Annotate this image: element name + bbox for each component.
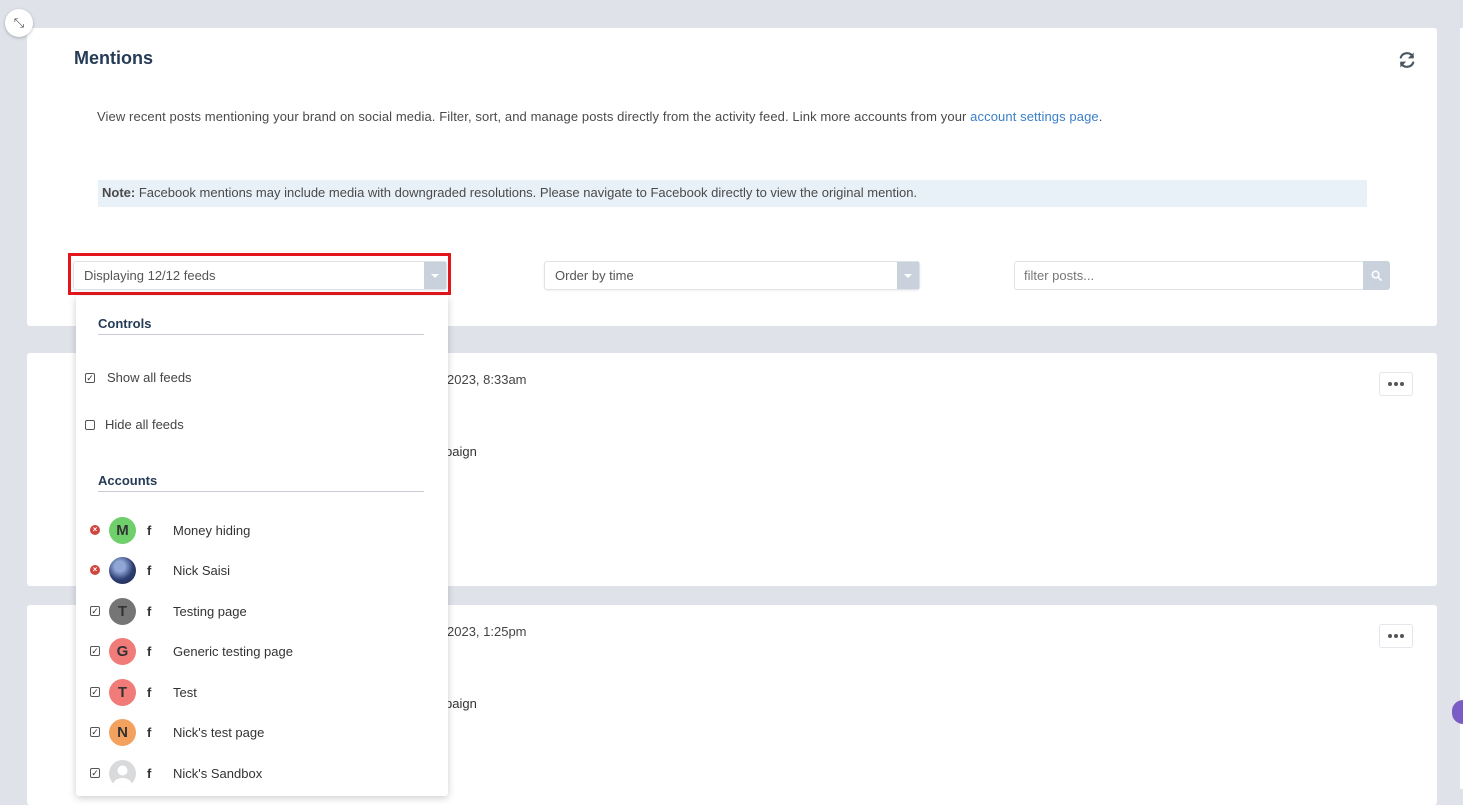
account-name: Testing page: [173, 603, 247, 619]
show-all-feeds-option[interactable]: ✓ Show all feeds: [85, 370, 192, 385]
post-text: paign: [445, 444, 477, 459]
hide-all-label: Hide all feeds: [105, 417, 184, 432]
avatar-placeholder-icon: [109, 759, 136, 787]
account-item-test[interactable]: ✓ T f Test: [89, 678, 197, 706]
order-select[interactable]: Order by time: [544, 261, 920, 290]
account-name: Nick Saisi: [173, 562, 231, 578]
feeds-dropdown-menu: Controls ✓ Show all feeds Hide all feeds…: [76, 296, 448, 796]
mentions-header-card: Mentions View recent posts mentioning yo…: [27, 28, 1437, 326]
expand-icon[interactable]: ⤡: [5, 9, 33, 37]
facebook-icon: f: [147, 684, 152, 700]
account-item-nicks-test-page[interactable]: ✓ N f Nick's test page: [89, 718, 264, 746]
filter-posts: [1014, 261, 1390, 290]
account-item-money-hiding[interactable]: × M f Money hiding: [89, 516, 250, 544]
account-name: Test: [173, 684, 197, 700]
account-item-generic-testing-page[interactable]: ✓ G f Generic testing page: [89, 637, 293, 665]
facebook-icon: f: [147, 765, 152, 781]
description-text: View recent posts mentioning your brand …: [97, 109, 967, 124]
chevron-down-icon[interactable]: [897, 262, 919, 289]
post-text: paign: [445, 696, 477, 711]
order-select-value: Order by time: [555, 268, 634, 283]
avatar-initial: N: [117, 723, 128, 741]
note-label: Note:: [102, 185, 136, 200]
avatar: T: [109, 678, 136, 706]
error-x-icon[interactable]: ×: [90, 525, 100, 535]
account-item-nicks-sandbox[interactable]: ✓ f Nick's Sandbox: [89, 759, 262, 787]
facebook-icon: f: [147, 724, 152, 740]
avatar-initial: T: [117, 683, 128, 701]
account-name: Nick's test page: [173, 724, 265, 740]
feeds-select[interactable]: Displaying 12/12 feeds: [73, 261, 447, 290]
facebook-icon: f: [147, 522, 152, 538]
avatar: T: [109, 597, 136, 625]
more-options-button[interactable]: [1379, 624, 1413, 648]
checkbox-checked-icon[interactable]: ✓: [90, 646, 100, 656]
account-item-nick-saisi[interactable]: × f Nick Saisi: [89, 556, 230, 584]
checkbox-checked-icon[interactable]: ✓: [90, 768, 100, 778]
facebook-icon: f: [147, 643, 152, 659]
account-item-testing-page[interactable]: ✓ T f Testing page: [89, 597, 247, 625]
avatar-initial: T: [117, 602, 128, 620]
chevron-down-icon[interactable]: [424, 262, 446, 289]
chat-launcher-edge[interactable]: [1452, 700, 1463, 724]
checkbox-checked-icon[interactable]: ✓: [90, 606, 100, 616]
avatar: G: [109, 637, 136, 665]
checkbox-checked-icon[interactable]: ✓: [90, 687, 100, 697]
account-settings-link[interactable]: account settings page: [970, 109, 1099, 124]
filter-posts-input[interactable]: [1014, 261, 1363, 290]
post-date: 2023, 8:33am: [447, 372, 527, 387]
hide-all-feeds-option[interactable]: Hide all feeds: [85, 417, 184, 432]
more-options-button[interactable]: [1379, 372, 1413, 396]
checkbox-checked-icon[interactable]: ✓: [85, 372, 95, 383]
account-name: Nick's Sandbox: [173, 765, 263, 781]
account-name: Money hiding: [173, 522, 251, 538]
note-text: Facebook mentions may include media with…: [138, 185, 918, 200]
search-button[interactable]: [1363, 261, 1390, 290]
refresh-icon[interactable]: [1397, 50, 1417, 70]
avatar-initial: G: [116, 642, 129, 660]
controls-heading: Controls: [98, 316, 424, 335]
facebook-icon: f: [147, 603, 152, 619]
page-title: Mentions: [74, 48, 153, 68]
description-end: .: [1098, 109, 1103, 124]
avatar: M: [109, 516, 136, 544]
checkbox-empty-icon[interactable]: [85, 419, 95, 430]
avatar: N: [109, 718, 136, 746]
page-description: View recent posts mentioning your brand …: [97, 109, 1102, 124]
avatar-photo: [109, 556, 136, 584]
feeds-select-value: Displaying 12/12 feeds: [84, 268, 216, 283]
note-banner: Note: Facebook mentions may include medi…: [98, 180, 1367, 207]
error-x-icon[interactable]: ×: [90, 565, 100, 575]
account-name: Generic testing page: [173, 643, 293, 659]
accounts-heading: Accounts: [98, 473, 424, 492]
show-all-label: Show all feeds: [107, 370, 192, 385]
avatar-initial: M: [116, 521, 129, 539]
post-date: 2023, 1:25pm: [447, 624, 527, 639]
facebook-icon: f: [147, 562, 152, 578]
search-icon: [1371, 270, 1382, 281]
checkbox-checked-icon[interactable]: ✓: [90, 727, 100, 737]
